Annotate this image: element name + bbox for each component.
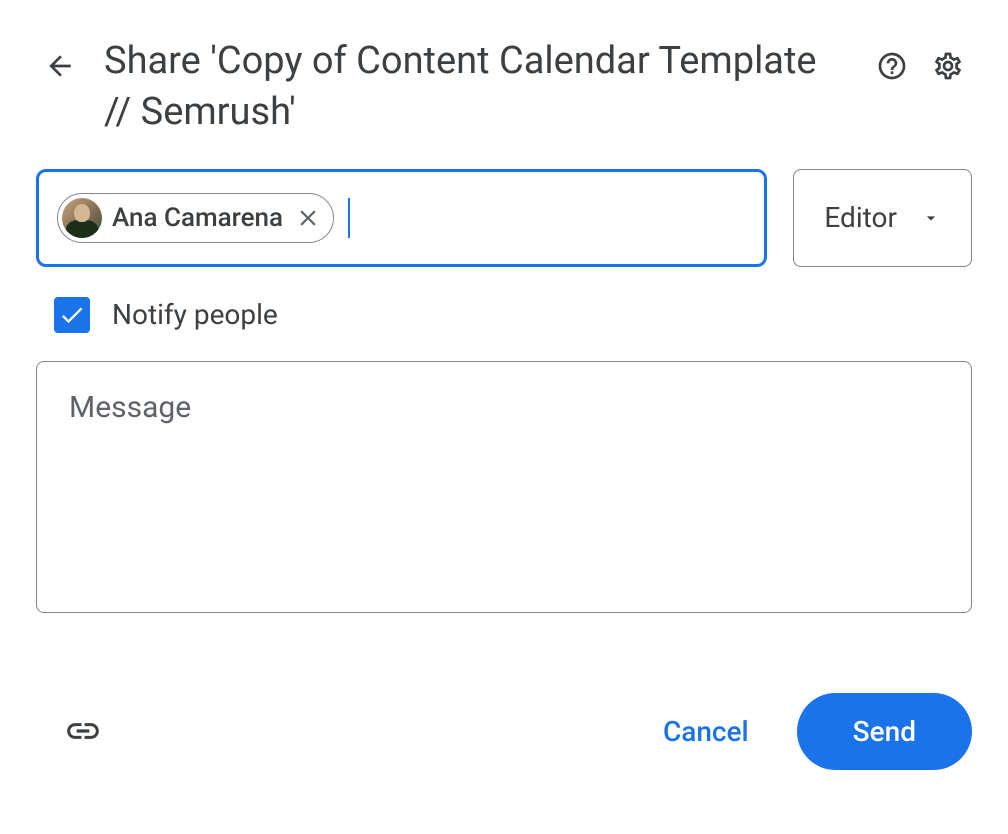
help-button[interactable] (868, 42, 916, 90)
check-icon (58, 301, 86, 329)
header-actions (868, 42, 972, 90)
link-icon (64, 712, 102, 750)
message-box[interactable] (36, 361, 972, 613)
share-row: Ana Camarena Editor (36, 169, 972, 267)
send-button[interactable]: Send (797, 693, 972, 770)
dialog-title: Share 'Copy of Content Calendar Template… (104, 36, 848, 139)
notify-label: Notify people (112, 298, 278, 331)
footer-row: Cancel Send (36, 693, 972, 770)
avatar (62, 198, 102, 238)
copy-link-button[interactable] (64, 712, 102, 750)
close-icon (295, 205, 321, 231)
cancel-button[interactable]: Cancel (663, 715, 749, 748)
back-button[interactable] (36, 42, 84, 90)
caret-down-icon (921, 208, 941, 228)
help-icon (876, 50, 908, 82)
chip-name: Ana Camarena (112, 203, 283, 233)
settings-button[interactable] (924, 42, 972, 90)
chip-remove-button[interactable] (293, 203, 323, 233)
notify-checkbox[interactable] (54, 297, 90, 333)
role-dropdown[interactable]: Editor (793, 169, 972, 267)
people-input[interactable]: Ana Camarena (36, 169, 767, 267)
footer-actions: Cancel Send (663, 693, 972, 770)
message-textarea[interactable] (69, 390, 939, 460)
person-chip[interactable]: Ana Camarena (57, 193, 334, 243)
role-label: Editor (824, 201, 897, 234)
text-cursor (348, 198, 350, 238)
gear-icon (932, 50, 964, 82)
arrow-left-icon (44, 50, 76, 82)
dialog-header: Share 'Copy of Content Calendar Template… (36, 36, 972, 139)
notify-row: Notify people (36, 297, 972, 333)
